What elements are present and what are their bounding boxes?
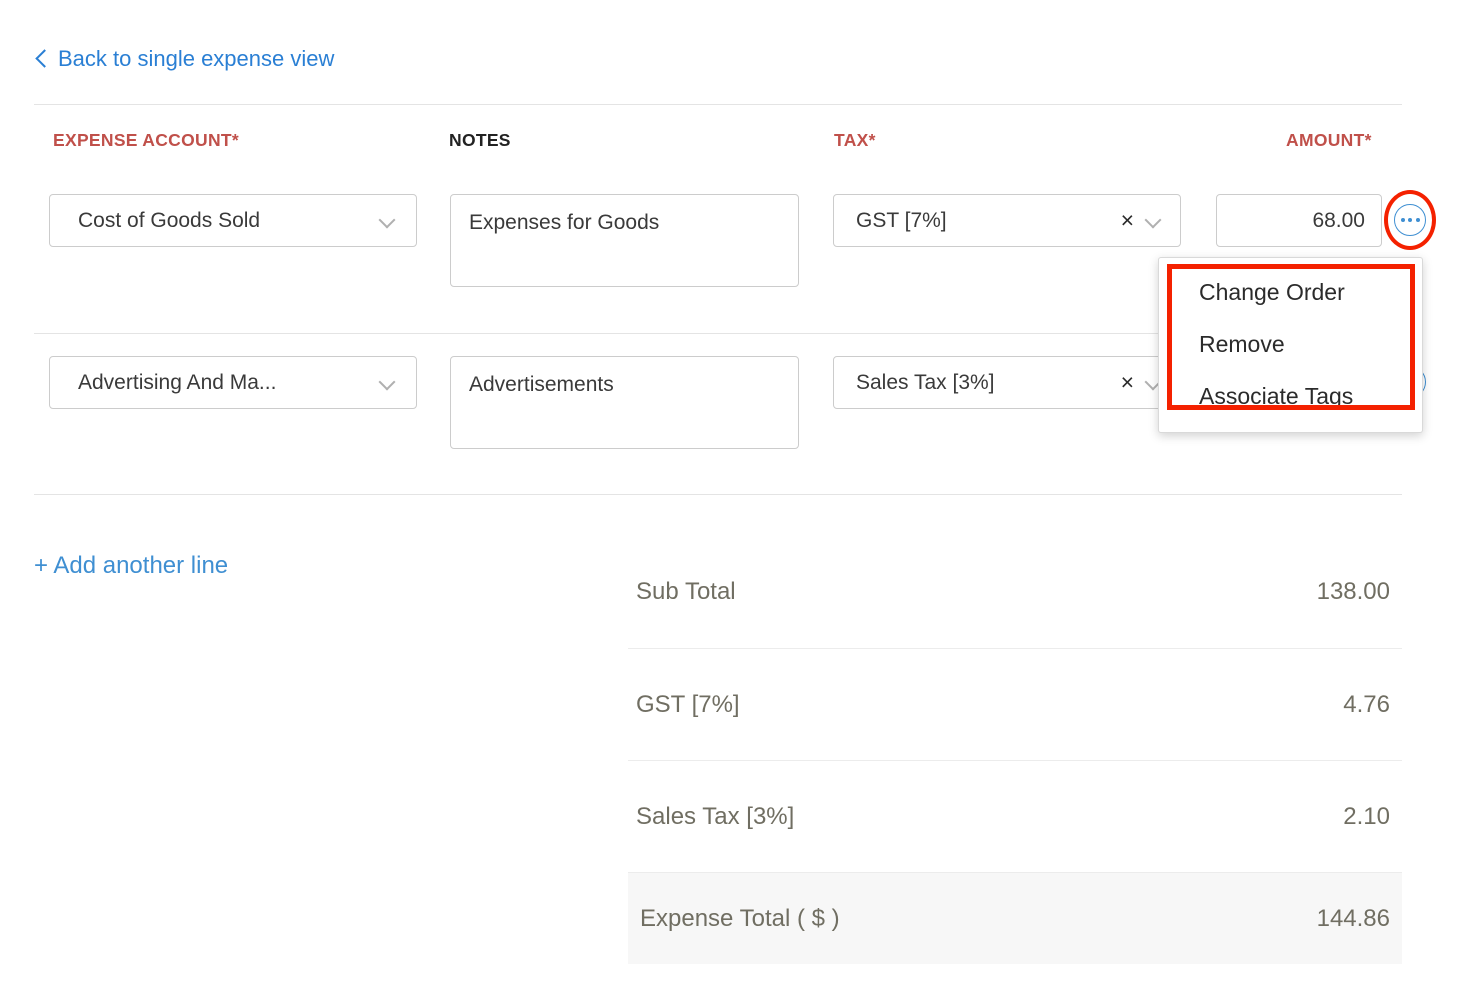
clear-icon[interactable]: × <box>1121 371 1134 394</box>
total-label: GST [7%] <box>636 691 740 719</box>
tax-select-row-2[interactable]: Sales Tax [3%] × <box>833 356 1181 409</box>
totals-panel: Sub Total 138.00 GST [7%] 4.76 Sales Tax… <box>628 536 1402 964</box>
total-label: Sales Tax [3%] <box>636 803 794 831</box>
row-actions-ellipsis-button-row-1[interactable] <box>1394 204 1426 236</box>
notes-input-row-2[interactable]: Advertisements <box>450 356 799 449</box>
ellipsis-dot <box>1416 218 1420 222</box>
menu-item-change-order[interactable]: Change Order <box>1199 279 1345 306</box>
add-another-line-button[interactable]: + Add another line <box>34 552 228 580</box>
total-label: Expense Total ( $ ) <box>640 905 840 933</box>
notes-value-row-2: Advertisements <box>469 371 614 398</box>
total-value: 2.10 <box>1343 803 1390 831</box>
tax-select-row-1[interactable]: GST [7%] × <box>833 194 1181 247</box>
header-divider <box>34 104 1402 105</box>
column-header-notes: NOTES <box>449 130 511 151</box>
total-label: Sub Total <box>636 578 736 606</box>
column-header-expense-account: EXPENSE ACCOUNT* <box>53 130 239 151</box>
tax-value-row-1: GST [7%] <box>856 209 1121 233</box>
total-value: 144.86 <box>1317 905 1390 933</box>
notes-input-row-1[interactable]: Expenses for Goods <box>450 194 799 287</box>
chevron-left-icon <box>34 48 48 70</box>
notes-value-row-1: Expenses for Goods <box>469 209 659 236</box>
ellipsis-dot <box>1401 218 1405 222</box>
row-actions-dropdown-menu: Change Order Remove Associate Tags <box>1158 257 1423 433</box>
total-row-expense-total: Expense Total ( $ ) 144.86 <box>628 872 1402 964</box>
expense-account-value-row-1: Cost of Goods Sold <box>78 209 378 233</box>
expense-account-select-row-1[interactable]: Cost of Goods Sold <box>49 194 417 247</box>
back-to-single-expense-view-link[interactable]: Back to single expense view <box>34 48 334 70</box>
expense-account-select-row-2[interactable]: Advertising And Ma... <box>49 356 417 409</box>
amount-value-row-1: 68.00 <box>1312 209 1365 233</box>
menu-item-remove[interactable]: Remove <box>1199 331 1285 358</box>
total-row-gst: GST [7%] 4.76 <box>628 648 1402 760</box>
chevron-down-icon <box>1144 212 1162 230</box>
expense-account-value-row-2: Advertising And Ma... <box>78 371 378 395</box>
total-value: 138.00 <box>1317 578 1390 606</box>
column-header-tax: TAX* <box>834 130 876 151</box>
total-row-sub-total: Sub Total 138.00 <box>628 536 1402 648</box>
chevron-down-icon <box>378 374 396 392</box>
total-row-sales-tax: Sales Tax [3%] 2.10 <box>628 760 1402 872</box>
clear-icon[interactable]: × <box>1121 209 1134 232</box>
menu-item-associate-tags[interactable]: Associate Tags <box>1199 383 1353 410</box>
row-2-divider <box>34 494 1402 495</box>
chevron-down-icon <box>378 212 396 230</box>
ellipsis-dot <box>1408 218 1412 222</box>
tax-value-row-2: Sales Tax [3%] <box>856 371 1121 395</box>
column-header-amount: AMOUNT* <box>1286 130 1372 151</box>
amount-input-row-1[interactable]: 68.00 <box>1216 194 1382 247</box>
back-link-label: Back to single expense view <box>58 48 334 70</box>
total-value: 4.76 <box>1343 691 1390 719</box>
